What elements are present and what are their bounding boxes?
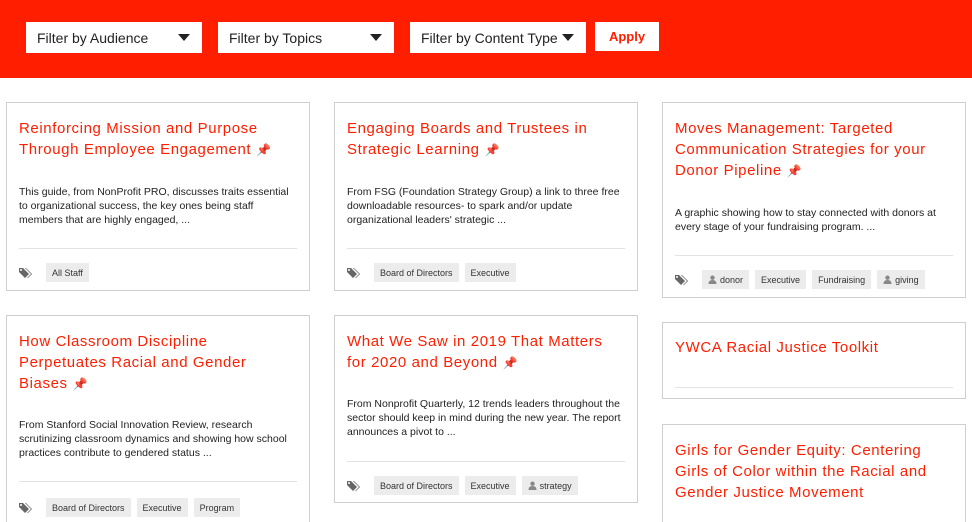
tag-giving[interactable]: giving [877, 270, 925, 289]
card-title[interactable]: Girls for Gender Equity: Centering Girls… [675, 440, 953, 503]
tag-board-of-directors[interactable]: Board of Directors [46, 498, 131, 517]
card-title[interactable]: Engaging Boards and Trustees in Strategi… [347, 118, 625, 161]
tag-executive[interactable]: Executive [136, 498, 188, 517]
person-icon [528, 481, 537, 490]
tag-executive[interactable]: Executive [464, 476, 516, 495]
chevron-down-icon [370, 34, 382, 41]
resource-card: YWCA Racial Justice Toolkit [662, 322, 966, 399]
tag-list: donor Executive Fundraising giving [675, 270, 957, 289]
tag-fundraising[interactable]: Fundraising [812, 270, 872, 289]
card-title[interactable]: Reinforcing Mission and Purpose Through … [19, 118, 297, 161]
card-divider [347, 248, 625, 249]
tag-strategy[interactable]: strategy [521, 476, 578, 495]
tag-list: Board of Directors Executive Program [19, 498, 301, 517]
resource-card: How Classroom Discipline Perpetuates Rac… [6, 315, 310, 522]
card-title[interactable]: YWCA Racial Justice Toolkit [675, 337, 953, 358]
tag-label: donor [720, 274, 744, 285]
tags-icon [19, 501, 36, 515]
chevron-down-icon [562, 34, 574, 41]
card-title[interactable]: How Classroom Discipline Perpetuates Rac… [19, 331, 297, 395]
tag-label: strategy [539, 480, 572, 491]
pushpin-icon: 📌 [72, 377, 88, 391]
person-icon [708, 275, 717, 284]
pushpin-icon: 📌 [256, 143, 272, 157]
tags-icon [19, 266, 36, 280]
tag-list: Board of Directors Executive [347, 263, 629, 282]
tags-icon [347, 479, 364, 493]
card-description: From Stanford Social Innovation Review, … [19, 419, 287, 459]
card-divider [347, 461, 625, 462]
tag-executive[interactable]: Executive [464, 263, 516, 282]
resource-card: Reinforcing Mission and Purpose Through … [6, 102, 310, 291]
topics-filter-select[interactable]: Filter by Topics [218, 22, 394, 53]
tag-program[interactable]: Program [193, 498, 241, 517]
card-title[interactable]: What We Saw in 2019 That Matters for 202… [347, 331, 625, 374]
tag-label: giving [895, 274, 919, 285]
apply-button[interactable]: Apply [595, 22, 659, 51]
pushpin-icon: 📌 [502, 356, 518, 370]
audience-filter-label: Filter by Audience [37, 29, 149, 46]
card-description: This guide, from NonProfit PRO, discusse… [19, 186, 289, 226]
tags-icon [347, 266, 364, 280]
tag-board-of-directors[interactable]: Board of Directors [374, 476, 459, 495]
tag-donor[interactable]: donor [702, 270, 750, 289]
tag-list: Board of Directors Executive strategy [347, 476, 629, 495]
card-divider [675, 387, 953, 388]
pushpin-icon: 📌 [786, 164, 802, 178]
card-description: From FSG (Foundation Strategy Group) a l… [347, 186, 620, 226]
card-description: From Nonprofit Quarterly, 12 trends lead… [347, 398, 621, 438]
content-type-filter-label: Filter by Content Type [421, 29, 558, 46]
card-description: A graphic showing how to stay connected … [675, 207, 936, 233]
card-title[interactable]: Moves Management: Targeted Communication… [675, 118, 953, 182]
tags-icon [675, 273, 692, 287]
resource-card: Engaging Boards and Trustees in Strategi… [334, 102, 638, 291]
pushpin-icon: 📌 [484, 143, 500, 157]
topics-filter-label: Filter by Topics [229, 29, 323, 46]
card-divider [19, 248, 297, 249]
person-icon [883, 275, 892, 284]
content-type-filter-select[interactable]: Filter by Content Type [410, 22, 586, 53]
tag-list: All Staff [19, 263, 301, 282]
resource-card: What We Saw in 2019 That Matters for 202… [334, 315, 638, 503]
card-divider [675, 255, 953, 256]
resource-card: Moves Management: Targeted Communication… [662, 102, 966, 298]
tag-board-of-directors[interactable]: Board of Directors [374, 263, 459, 282]
chevron-down-icon [178, 34, 190, 41]
filter-bar: Filter by Audience Filter by Topics Filt… [0, 0, 972, 78]
tag-executive[interactable]: Executive [755, 270, 807, 289]
card-divider [19, 481, 297, 482]
audience-filter-select[interactable]: Filter by Audience [26, 22, 202, 53]
tag-all-staff[interactable]: All Staff [46, 263, 89, 282]
resource-card: Girls for Gender Equity: Centering Girls… [662, 424, 966, 522]
